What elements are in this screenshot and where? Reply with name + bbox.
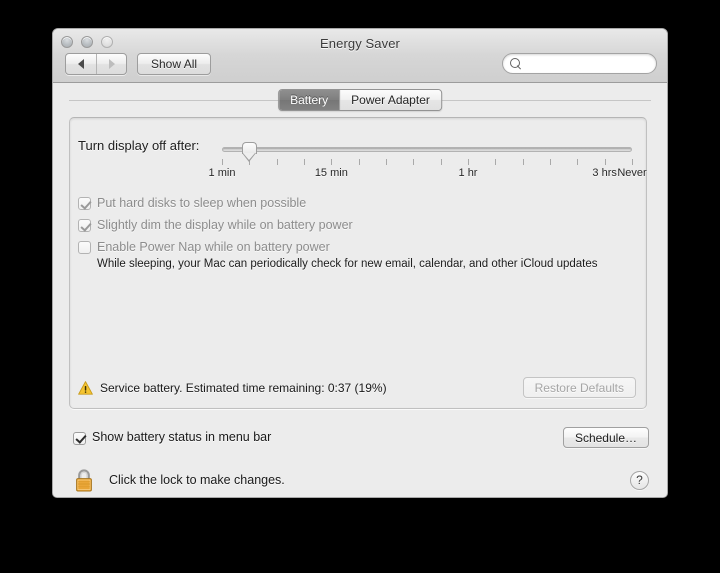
energy-saver-window: Energy Saver Show All Battery Power Adap…: [52, 28, 668, 498]
slider-thumb-point: [241, 153, 257, 162]
slider-tick: [222, 159, 223, 165]
tab-bar: Battery Power Adapter: [53, 83, 667, 117]
window-body: Battery Power Adapter Turn display off a…: [53, 83, 667, 497]
warning-triangle-icon: [78, 380, 93, 395]
lock-instruction-text: Click the lock to make changes.: [109, 473, 285, 487]
back-forward-segmented-control: [65, 53, 127, 75]
tab-group: Battery Power Adapter: [278, 89, 442, 111]
option-label-power-nap: Enable Power Nap while on battery power: [97, 240, 330, 254]
checkbox-put-hard-disks-to-sleep[interactable]: [78, 197, 91, 210]
battery-status-group: Service battery. Estimated time remainin…: [78, 381, 387, 395]
slider-tick: [331, 159, 333, 165]
option-row-power-nap[interactable]: Enable Power Nap while on battery power: [78, 240, 330, 255]
display-sleep-slider[interactable]: 1 min 15 min 1 hr 3 hrs Never: [209, 142, 647, 179]
slider-tick-label: Never: [617, 167, 647, 179]
option-label-hard-disks: Put hard disks to sleep when possible: [97, 196, 307, 210]
slider-tick: [304, 159, 305, 165]
slider-tick: [522, 159, 524, 165]
footer-row-menu-bar: Show battery status in menu bar Schedule…: [73, 427, 649, 448]
slider-tick: [632, 159, 633, 165]
slider-tick: [386, 159, 387, 165]
show-battery-status-label: Show battery status in menu bar: [92, 430, 272, 444]
slider-tick: [440, 159, 442, 165]
tab-battery[interactable]: Battery: [279, 90, 340, 110]
slider-tick: [495, 159, 497, 165]
tab-power-adapter[interactable]: Power Adapter: [339, 90, 441, 110]
window-titlebar: Energy Saver Show All: [53, 29, 667, 83]
footer-row-lock: Click the lock to make changes. ?: [73, 467, 649, 493]
navigation-controls: Show All: [65, 53, 212, 75]
slider-tick: [413, 159, 415, 165]
slider-thumb[interactable]: [241, 142, 257, 162]
forward-arrow-icon: [108, 59, 115, 69]
battery-status-row: Service battery. Estimated time remainin…: [78, 377, 636, 398]
slider-tick: [577, 159, 579, 165]
closed-padlock-icon[interactable]: [73, 467, 95, 493]
schedule-button[interactable]: Schedule…: [562, 427, 649, 448]
window-title: Energy Saver: [320, 36, 400, 51]
checkbox-slightly-dim-display[interactable]: [78, 219, 91, 232]
slider-tick: [358, 159, 360, 165]
restore-defaults-button[interactable]: Restore Defaults: [522, 377, 636, 398]
checkbox-enable-power-nap[interactable]: [78, 241, 91, 254]
option-row-dim-display[interactable]: Slightly dim the display while on batter…: [78, 218, 353, 233]
back-button[interactable]: [66, 54, 96, 74]
slider-tick: [276, 159, 278, 165]
slider-ticks: [222, 159, 633, 166]
slider-tick-label: 1 hr: [458, 167, 478, 179]
slider-tick-labels: 1 min 15 min 1 hr 3 hrs Never: [209, 167, 647, 181]
battery-status-text: Service battery. Estimated time remainin…: [100, 380, 387, 395]
option-row-hard-disks[interactable]: Put hard disks to sleep when possible: [78, 196, 306, 211]
slider-tick-label: 15 min: [314, 167, 348, 179]
back-arrow-icon: [78, 59, 84, 69]
power-nap-description: While sleeping, your Mac can periodicall…: [97, 258, 598, 270]
checkbox-show-battery-status[interactable]: [73, 431, 86, 445]
search-field[interactable]: [502, 53, 667, 74]
option-label-dim-display: Slightly dim the display while on batter…: [97, 218, 353, 232]
help-button[interactable]: ?: [630, 470, 649, 490]
slider-tick: [604, 159, 606, 165]
forward-button[interactable]: [96, 54, 126, 74]
settings-panel: Turn display off after: 1 min 15 min 1 hr 3…: [69, 117, 647, 409]
slider-tick: [550, 159, 551, 165]
slider-track[interactable]: [222, 147, 632, 152]
search-input[interactable]: [526, 54, 667, 73]
slider-tick-label: 1 min: [208, 167, 236, 179]
display-sleep-label: Turn display off after:: [78, 138, 200, 153]
show-all-button[interactable]: Show All: [137, 53, 212, 75]
slider-tick: [468, 159, 469, 165]
slider-tick-label: 3 hrs: [592, 167, 617, 179]
search-icon: [510, 57, 522, 70]
show-battery-status-row[interactable]: Show battery status in menu bar: [73, 430, 271, 445]
lock-group: Click the lock to make changes.: [73, 467, 285, 493]
